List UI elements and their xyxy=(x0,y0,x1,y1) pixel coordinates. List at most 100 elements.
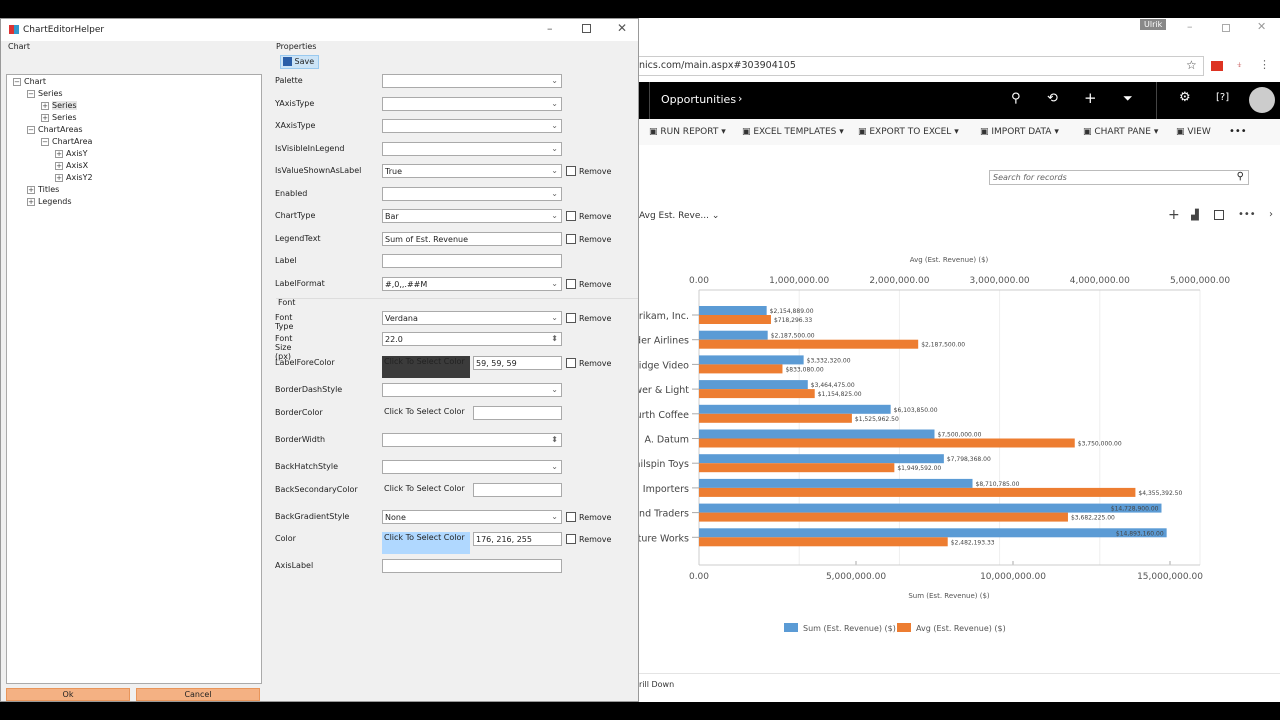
tree-node[interactable]: + AxisX xyxy=(55,161,88,170)
address-bar[interactable]: nics.com/main.aspx#303904105 ☆ xyxy=(639,56,1204,76)
select-color-button[interactable]: Click To Select Color xyxy=(382,483,470,497)
search-icon[interactable]: ⚲ xyxy=(1237,171,1244,182)
chart-selector[interactable]: Avg Est. Reve... ⌄ xyxy=(639,211,719,221)
save-button[interactable]: Save xyxy=(280,55,319,69)
ok-button[interactable]: Ok xyxy=(6,688,130,701)
bar-sum[interactable] xyxy=(699,503,1162,513)
property-dropdown[interactable]: ⌄ xyxy=(382,74,562,88)
bar-avg[interactable] xyxy=(699,364,783,374)
chart-options-icon[interactable]: ▟ xyxy=(1191,210,1199,221)
color-value-field[interactable]: 176, 216, 255 xyxy=(473,532,562,546)
command-import-data[interactable]: ▣ IMPORT DATA ▾ xyxy=(980,127,1059,137)
bar-avg[interactable] xyxy=(699,438,1075,448)
help-icon[interactable]: [?] xyxy=(1216,92,1229,103)
extension-pin-icon[interactable]: ⍖ xyxy=(1236,58,1243,72)
property-dropdown[interactable]: None ⌄ xyxy=(382,510,562,524)
bookmark-star-icon[interactable]: ☆ xyxy=(1186,58,1197,72)
collapse-icon[interactable]: − xyxy=(41,137,49,146)
command-chart-pane[interactable]: ▣ CHART PANE ▾ xyxy=(1083,127,1158,137)
search-records-input[interactable]: Search for records ⚲ xyxy=(989,170,1249,185)
bar-sum[interactable] xyxy=(699,429,935,439)
add-chart-icon[interactable]: + xyxy=(1168,207,1180,223)
tree-node[interactable]: + Series xyxy=(41,101,77,110)
expand-icon[interactable]: + xyxy=(27,185,35,194)
tree-node[interactable]: − ChartArea xyxy=(41,137,92,146)
bar-sum[interactable] xyxy=(699,478,973,488)
property-dropdown[interactable]: ⌄ xyxy=(382,142,562,156)
remove-checkbox[interactable] xyxy=(566,512,576,522)
collapse-icon[interactable]: − xyxy=(27,125,35,134)
color-value-field[interactable]: 59, 59, 59 xyxy=(473,356,562,370)
property-dropdown[interactable]: ⌄ xyxy=(382,119,562,133)
drill-down-label[interactable]: rill Down xyxy=(639,680,674,689)
property-spinner[interactable]: ⬍ xyxy=(382,433,562,447)
chart-tree[interactable]: − Chart − Series + Series + Series − ChartAreas − C… xyxy=(6,74,262,684)
cancel-button[interactable]: Cancel xyxy=(136,688,260,701)
bar-sum[interactable] xyxy=(699,306,767,315)
tree-node[interactable]: + AxisY2 xyxy=(55,173,93,182)
tree-node[interactable]: − ChartAreas xyxy=(27,125,83,134)
bar-sum[interactable] xyxy=(699,355,804,365)
remove-checkbox[interactable] xyxy=(566,234,576,244)
filter-icon[interactable]: ⏷ xyxy=(1123,91,1133,106)
property-dropdown[interactable]: Verdana ⌄ xyxy=(382,311,562,325)
expand-icon[interactable]: + xyxy=(55,149,63,158)
bar-sum[interactable] xyxy=(699,380,808,390)
bar-avg[interactable] xyxy=(699,512,1068,522)
select-color-button[interactable]: Click To Select Color xyxy=(382,406,470,420)
search-icon[interactable]: ⚲ xyxy=(1011,91,1021,106)
spinner-arrows-icon[interactable]: ⬍ xyxy=(551,434,558,445)
property-dropdown[interactable]: Bar ⌄ xyxy=(382,209,562,223)
expand-icon[interactable]: + xyxy=(41,101,49,110)
minimize-icon[interactable]: – xyxy=(1187,20,1193,33)
settings-gear-icon[interactable]: ⚙ xyxy=(1179,90,1191,105)
remove-checkbox[interactable] xyxy=(566,358,576,368)
bar-avg[interactable] xyxy=(699,315,771,324)
color-value-field[interactable] xyxy=(473,483,562,497)
bar-sum[interactable] xyxy=(699,528,1167,538)
remove-checkbox[interactable] xyxy=(566,313,576,323)
expand-icon[interactable]: + xyxy=(55,173,63,182)
command-excel-templates[interactable]: ▣ EXCEL TEMPLATES ▾ xyxy=(742,127,844,137)
tree-node[interactable]: + Legends xyxy=(27,197,72,206)
property-textbox[interactable]: Sum of Est. Revenue xyxy=(382,232,562,246)
select-color-button[interactable]: Click To Select Color xyxy=(382,532,470,554)
more-commands-icon[interactable]: ••• xyxy=(1229,126,1247,137)
bar-avg[interactable] xyxy=(699,537,948,547)
history-icon[interactable]: ⟲ xyxy=(1047,91,1058,106)
bar-avg[interactable] xyxy=(699,339,919,349)
bar-sum[interactable] xyxy=(699,404,891,414)
expand-icon[interactable]: + xyxy=(41,113,49,122)
bar-sum[interactable] xyxy=(699,330,768,340)
bar-sum[interactable] xyxy=(699,454,944,464)
property-dropdown[interactable]: ⌄ xyxy=(382,187,562,201)
property-spinner[interactable]: 22.0 ⬍ xyxy=(382,332,562,346)
remove-checkbox[interactable] xyxy=(566,534,576,544)
remove-checkbox[interactable] xyxy=(566,211,576,221)
maximize-icon[interactable] xyxy=(1222,24,1230,32)
avatar[interactable] xyxy=(1249,87,1275,113)
command-run-report[interactable]: ▣ RUN REPORT ▾ xyxy=(649,127,726,137)
collapse-icon[interactable]: − xyxy=(27,89,35,98)
more-icon[interactable]: ••• xyxy=(1238,209,1256,220)
spinner-arrows-icon[interactable]: ⬍ xyxy=(551,333,558,344)
chevron-right-icon[interactable]: › xyxy=(1269,209,1273,220)
chevron-right-icon[interactable]: › xyxy=(738,92,742,105)
command-view[interactable]: ▣ VIEW xyxy=(1176,127,1211,137)
bar-avg[interactable] xyxy=(699,413,852,423)
command-export-to-excel[interactable]: ▣ EXPORT TO EXCEL ▾ xyxy=(858,127,959,137)
collapse-icon[interactable]: − xyxy=(13,77,21,86)
select-color-button[interactable]: Click To Select Color xyxy=(382,356,470,378)
tree-node[interactable]: − Chart xyxy=(13,77,46,86)
property-dropdown[interactable]: ⌄ xyxy=(382,383,562,397)
maximize-icon[interactable] xyxy=(582,24,591,33)
plus-icon[interactable]: + xyxy=(1084,89,1097,107)
expand-icon[interactable]: + xyxy=(55,161,63,170)
tree-node[interactable]: + Titles xyxy=(27,185,59,194)
property-dropdown[interactable]: #,0,,.##M ⌄ xyxy=(382,277,562,291)
bar-avg[interactable] xyxy=(699,389,815,399)
minimize-icon[interactable]: – xyxy=(547,22,553,35)
remove-checkbox[interactable] xyxy=(566,279,576,289)
tree-node[interactable]: + Series xyxy=(41,113,77,122)
tree-node[interactable]: + AxisY xyxy=(55,149,87,158)
